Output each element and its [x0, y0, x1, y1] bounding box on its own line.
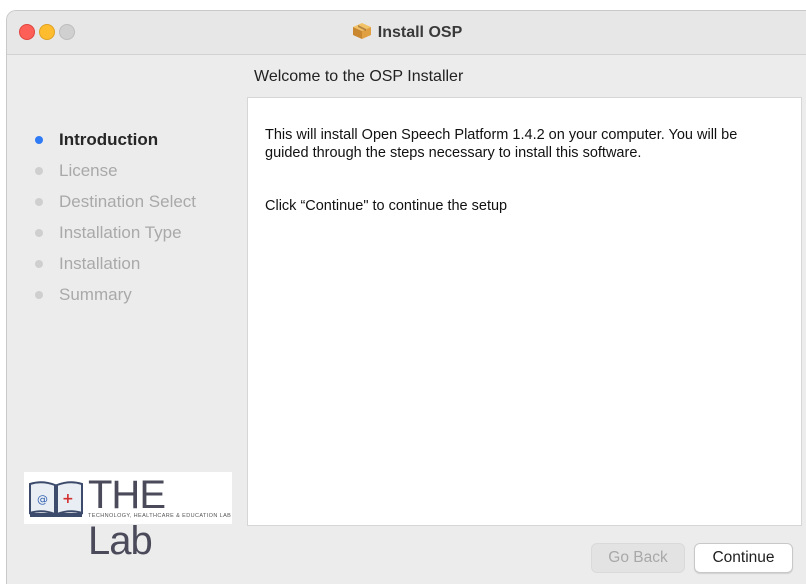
step-label: Summary — [59, 284, 132, 304]
step-indicator-dot — [35, 228, 43, 237]
step-indicator-dot — [35, 197, 43, 206]
step-label: Destination Select — [59, 191, 197, 211]
step-item-license: License — [35, 155, 196, 186]
step-indicator-dot — [35, 166, 43, 175]
title-bar[interactable]: Install OSP — [7, 11, 806, 55]
go-back-button[interactable]: Go Back — [591, 543, 685, 573]
window-title-text: Install OSP — [377, 24, 463, 41]
installer-steps-list: Introduction License Destination Select … — [35, 124, 196, 310]
window-title: Install OSP — [7, 22, 806, 45]
svg-text:@: @ — [37, 493, 48, 506]
step-item-installation-type: Installation Type — [35, 217, 196, 248]
installer-window: Install OSP Welcome to the OSP Installer… — [6, 10, 806, 584]
package-icon — [352, 22, 372, 45]
step-label: Installation Type — [59, 222, 182, 242]
step-item-installation: Installation — [35, 248, 196, 279]
step-indicator-dot — [35, 135, 43, 144]
intro-paragraph: This will install Open Speech Platform 1… — [265, 127, 738, 161]
content-panel: This will install Open Speech Platform 1… — [247, 97, 802, 526]
continue-button[interactable]: Continue — [694, 543, 793, 573]
continue-instruction: Click “Continue" to continue the setup — [265, 198, 508, 214]
logo-tagline: TECHNOLOGY, HEALTHCARE & EDUCATION LAB — [88, 513, 232, 519]
step-indicator-dot — [35, 259, 43, 268]
step-label: Installation — [59, 253, 141, 273]
step-item-introduction: Introduction — [35, 124, 196, 155]
the-lab-logo: @ + THE Lab TECHNOLOGY, HEALTHCARE & EDU… — [24, 472, 232, 563]
step-label: Introduction — [59, 129, 159, 149]
step-item-summary: Summary — [35, 279, 196, 310]
page-subtitle: Welcome to the OSP Installer — [254, 68, 464, 85]
step-label: License — [59, 160, 118, 180]
step-item-destination-select: Destination Select — [35, 186, 196, 217]
open-book-icon: @ + — [29, 481, 83, 517]
svg-text:+: + — [62, 491, 74, 507]
step-indicator-dot — [35, 290, 43, 299]
